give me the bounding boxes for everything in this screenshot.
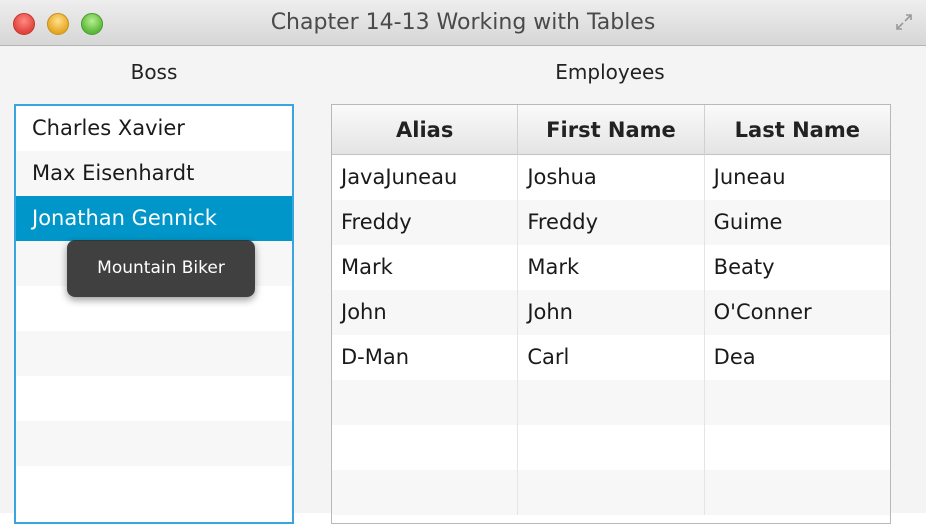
- column-header-last-name[interactable]: Last Name: [705, 105, 890, 155]
- empty-cell: [332, 470, 519, 515]
- table-header: Alias First Name Last Name: [332, 105, 890, 155]
- employees-label: Employees: [555, 60, 665, 84]
- table-row[interactable]: JavaJuneau Joshua Juneau: [332, 155, 890, 200]
- window-title: Chapter 14-13 Working with Tables: [270, 10, 656, 35]
- alias-cell: Mark: [332, 245, 519, 290]
- last-name-cell: Dea: [713, 345, 756, 369]
- boss-list[interactable]: Charles Xavier Max Eisenhardt Jonathan G…: [14, 104, 294, 524]
- empty-cell: [518, 380, 705, 425]
- employees-table[interactable]: Alias First Name Last Name JavaJuneau Jo…: [331, 104, 891, 524]
- empty-list-row: [16, 376, 292, 421]
- column-header-first-name[interactable]: First Name: [518, 105, 705, 155]
- empty-cell: [705, 470, 890, 515]
- boss-list-item-selected[interactable]: Jonathan Gennick: [16, 196, 292, 241]
- empty-list-row: [16, 466, 292, 511]
- last-name-cell: Guime: [713, 210, 783, 234]
- alias-cell: D-Man: [332, 335, 519, 380]
- first-name-cell: Mark: [518, 245, 705, 290]
- alias-cell: John: [332, 290, 519, 335]
- alias-cell: Freddy: [332, 200, 519, 245]
- boss-list-item[interactable]: Max Eisenhardt: [16, 151, 292, 196]
- empty-table-row: [332, 470, 890, 515]
- empty-cell: [705, 380, 890, 425]
- column-header-alias[interactable]: Alias: [332, 105, 519, 155]
- first-name-cell: John: [518, 290, 705, 335]
- empty-cell: [332, 380, 519, 425]
- empty-list-row: [16, 421, 292, 466]
- empty-cell: [518, 425, 705, 470]
- title-bar[interactable]: Chapter 14-13 Working with Tables: [0, 0, 926, 46]
- empty-cell: [705, 425, 890, 470]
- empty-cell: [332, 425, 519, 470]
- tooltip: Mountain Biker: [67, 240, 255, 297]
- empty-list-row: [16, 331, 292, 376]
- table-row[interactable]: Mark Mark Beaty: [332, 245, 890, 290]
- first-name-cell: Freddy: [518, 200, 705, 245]
- first-name-cell: Joshua: [518, 155, 705, 200]
- first-name-cell: Carl: [518, 335, 705, 380]
- last-name-cell: Beaty: [713, 255, 775, 279]
- table-row[interactable]: John John O'Conner: [332, 290, 890, 335]
- boss-list-item[interactable]: Charles Xavier: [16, 106, 292, 151]
- table-row[interactable]: D-Man Carl Dea: [332, 335, 890, 380]
- boss-label: Boss: [130, 60, 178, 84]
- alias-cell: JavaJuneau: [332, 155, 519, 200]
- table-row[interactable]: Freddy Freddy Guime: [332, 200, 890, 245]
- fullscreen-icon[interactable]: [894, 12, 914, 32]
- empty-cell: [518, 470, 705, 515]
- empty-table-row: [332, 380, 890, 425]
- empty-table-row: [332, 425, 890, 470]
- app-window: Chapter 14-13 Working with Tables Boss E…: [0, 0, 926, 524]
- last-name-cell: Juneau: [713, 165, 786, 189]
- last-name-cell: O'Conner: [713, 300, 812, 324]
